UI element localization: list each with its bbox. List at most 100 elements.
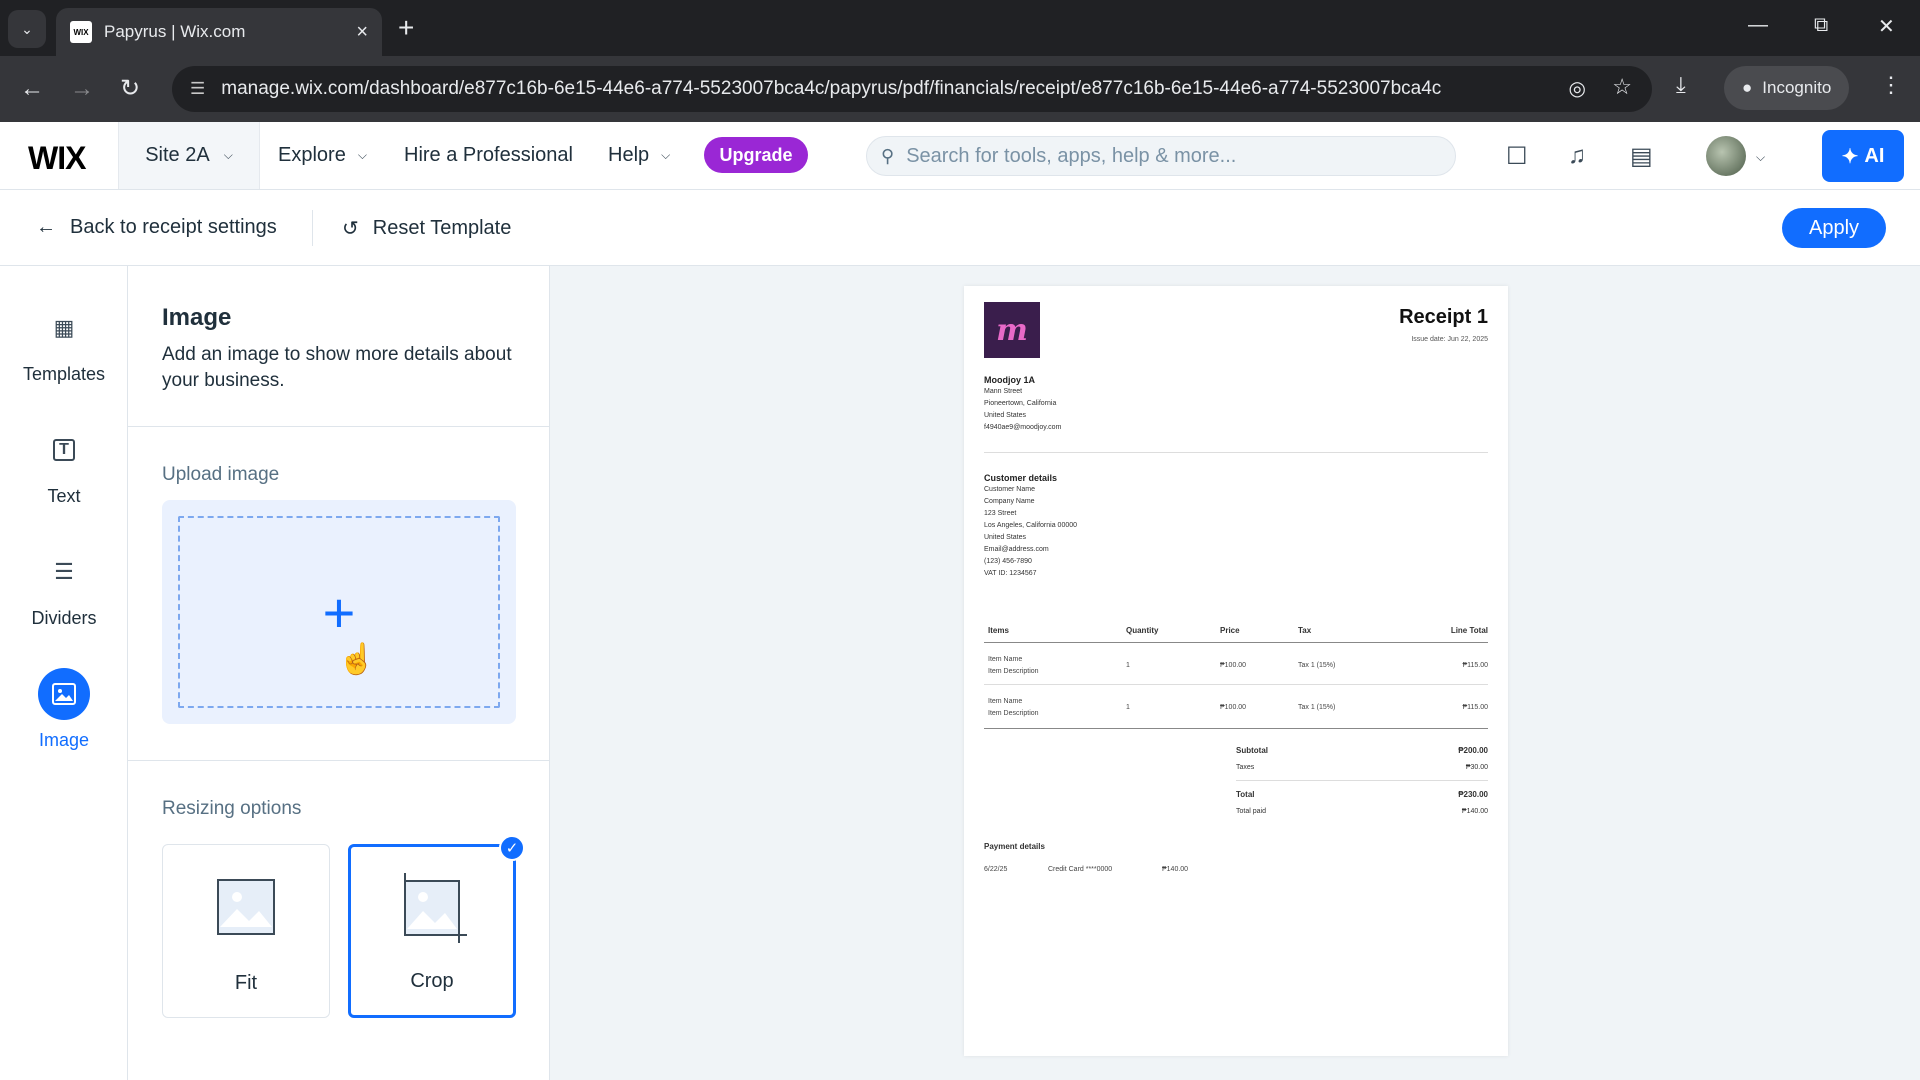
- hire-professional-link[interactable]: Hire a Professional: [404, 144, 573, 167]
- taxes-label: Taxes: [1236, 764, 1255, 771]
- rail-item-text[interactable]: T Text: [0, 424, 128, 507]
- customer-line: (123) 456-7890: [984, 558, 1032, 565]
- receipt-preview[interactable]: m Receipt 1 Issue date: Jun 22, 2025 Moo…: [964, 286, 1508, 1056]
- paid-label: Total paid: [1236, 808, 1266, 815]
- check-icon: ✓: [499, 835, 525, 861]
- item-price: ₱100.00: [1220, 662, 1247, 669]
- customer-details: Customer details Customer Name Company N…: [984, 472, 1077, 580]
- toolbar-divider: [312, 210, 313, 246]
- table-header-items: Items: [988, 626, 1009, 635]
- payment-method: Credit Card ****0000: [1048, 866, 1113, 873]
- reset-label: Reset Template: [372, 217, 512, 239]
- forward-arrow-icon[interactable]: →: [70, 74, 94, 104]
- new-tab-icon[interactable]: +: [398, 12, 414, 44]
- help-menu[interactable]: Help ⌵: [608, 144, 670, 167]
- table-end-divider: [984, 728, 1488, 729]
- ai-button[interactable]: ✦ AI: [1822, 130, 1904, 182]
- customer-heading: Customer details: [984, 473, 1058, 483]
- bookmark-star-icon[interactable]: ☆: [1612, 74, 1632, 100]
- payment-heading: Payment details: [984, 842, 1045, 851]
- rail-item-templates[interactable]: ▦ Templates: [0, 302, 128, 385]
- issue-date: Issue date: Jun 22, 2025: [1411, 336, 1488, 343]
- incognito-label: Incognito: [1762, 78, 1832, 97]
- panel-divider: [128, 426, 549, 427]
- restore-icon[interactable]: ⧉: [1814, 14, 1828, 37]
- item-tax: Tax 1 (15%): [1298, 704, 1336, 711]
- minimize-icon[interactable]: —: [1748, 14, 1768, 37]
- site-settings-icon[interactable]: ☰: [190, 79, 205, 99]
- avatar[interactable]: [1706, 136, 1746, 176]
- editor-toolbar: ← Back to receipt settings ↺ Reset Templ…: [0, 190, 1920, 266]
- panel-title: Image: [162, 304, 232, 331]
- back-arrow-icon[interactable]: ←: [20, 74, 44, 104]
- reset-icon: ↺: [342, 218, 359, 240]
- back-to-settings-link[interactable]: ← Back to receipt settings: [36, 216, 277, 239]
- panel-description: Add an image to show more details about …: [162, 344, 512, 391]
- resize-option-crop[interactable]: Crop ✓: [348, 835, 525, 1018]
- table-header-price: Price: [1220, 626, 1240, 635]
- table-header-divider: [984, 642, 1488, 643]
- browser-tab-bar: ⌄ WIX Papyrus | Wix.com × + — ⧉ ✕: [0, 0, 1920, 56]
- table-header-quantity: Quantity: [1126, 626, 1159, 635]
- item-total: ₱115.00: [1462, 704, 1488, 711]
- incognito-badge[interactable]: ● Incognito: [1724, 66, 1850, 110]
- chat-icon[interactable]: ☐: [1506, 142, 1528, 171]
- subtotal-label: Subtotal: [1236, 746, 1268, 755]
- table-header-line-total: Line Total: [1450, 626, 1488, 635]
- url-text[interactable]: manage.wix.com/dashboard/e877c16b-6e15-4…: [221, 78, 1441, 100]
- left-rail: ▦ Templates T Text ☰ Dividers Image: [0, 266, 128, 1080]
- bell-icon[interactable]: ♫: [1568, 142, 1586, 170]
- rail-item-image[interactable]: Image: [0, 668, 128, 751]
- window-close-icon[interactable]: ✕: [1878, 14, 1895, 39]
- tab-close-icon[interactable]: ×: [356, 21, 368, 44]
- taxes-value: ₱30.00: [1465, 764, 1488, 771]
- rail-label: Templates: [22, 364, 106, 384]
- customer-line: 123 Street: [984, 510, 1017, 517]
- wix-favicon-icon: WIX: [70, 21, 92, 43]
- explore-label: Explore: [278, 144, 346, 166]
- chevron-down-icon[interactable]: ⌵: [1756, 150, 1765, 165]
- search-input[interactable]: [906, 144, 1427, 168]
- tab-search-chevron-icon[interactable]: ⌄: [8, 10, 46, 48]
- reset-template-button[interactable]: ↺ Reset Template: [342, 216, 511, 241]
- news-icon[interactable]: ▤: [1630, 142, 1653, 171]
- hire-label: Hire a Professional: [404, 144, 573, 166]
- browser-tab[interactable]: WIX Papyrus | Wix.com ×: [56, 8, 382, 56]
- panel-divider: [128, 760, 549, 761]
- chevron-down-icon: ⌵: [223, 148, 233, 162]
- subtotal-value: ₱200.00: [1458, 746, 1488, 755]
- upload-image-label: Upload image: [162, 464, 280, 485]
- fit-label: Fit: [234, 972, 258, 994]
- customer-line: Email@address.com: [984, 546, 1049, 553]
- back-label: Back to receipt settings: [70, 216, 277, 238]
- apply-button[interactable]: Apply: [1782, 208, 1886, 248]
- site-selector[interactable]: Site 2A ⌵: [118, 122, 260, 189]
- eye-off-icon[interactable]: ◎: [1569, 76, 1586, 101]
- sparkle-icon: ✦: [1841, 145, 1859, 168]
- rail-label: Image: [38, 730, 90, 750]
- browser-menu-icon[interactable]: ⋮: [1880, 72, 1902, 98]
- search-bar[interactable]: ⚲: [866, 136, 1456, 176]
- url-omnibox[interactable]: ☰ manage.wix.com/dashboard/e877c16b-6e15…: [172, 66, 1652, 112]
- resize-option-fit[interactable]: Fit: [162, 844, 330, 1018]
- reload-icon[interactable]: ↻: [120, 74, 140, 104]
- download-icon[interactable]: ⤓: [1676, 72, 1686, 98]
- payment-date: 6/22/25: [984, 866, 1008, 873]
- upgrade-button[interactable]: Upgrade: [704, 137, 808, 173]
- tab-title: Papyrus | Wix.com: [104, 22, 246, 41]
- business-line: United States: [984, 412, 1027, 419]
- item-total: ₱115.00: [1462, 662, 1488, 669]
- summary-divider: [1236, 780, 1488, 781]
- wix-logo[interactable]: WIX: [28, 140, 86, 177]
- business-logo: m: [984, 302, 1040, 358]
- rail-item-dividers[interactable]: ☰ Dividers: [0, 546, 128, 629]
- plus-icon[interactable]: +: [178, 516, 500, 708]
- explore-menu[interactable]: Explore ⌵: [278, 144, 367, 167]
- item-qty: 1: [1126, 704, 1130, 711]
- upload-image-dropzone[interactable]: + ☝: [162, 500, 516, 724]
- browser-address-bar: ← → ↻ ☰ manage.wix.com/dashboard/e877c16…: [0, 56, 1920, 122]
- text-icon: T: [38, 424, 90, 476]
- customer-line: Los Angeles, California 00000: [984, 522, 1078, 529]
- chevron-down-icon: ⌵: [357, 148, 367, 162]
- payment-amount: ₱140.00: [1162, 866, 1189, 873]
